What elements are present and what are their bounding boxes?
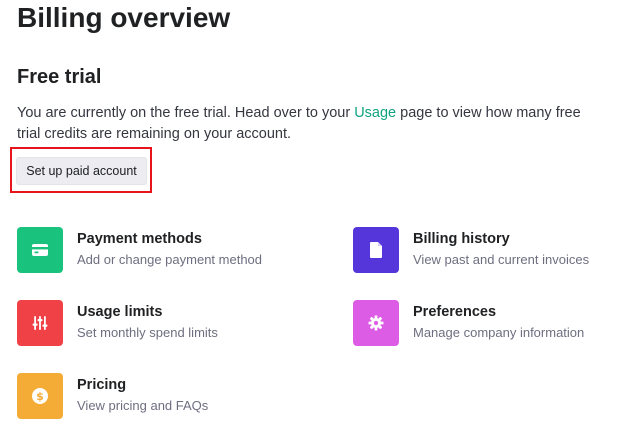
free-trial-description: You are currently on the free trial. Hea… (17, 103, 607, 145)
preferences-title: Preferences (413, 304, 497, 320)
usage-link[interactable]: Usage (354, 105, 396, 121)
document-icon (370, 242, 382, 258)
credit-card-icon (32, 244, 48, 256)
preferences-icon-tile (353, 300, 399, 346)
sliders-icon (32, 316, 48, 330)
preferences-subtitle: Manage company information (413, 325, 585, 340)
trial-desc-text-start: You are currently on the free trial. Hea… (17, 105, 355, 121)
dollar-coin-icon: $ (32, 388, 48, 404)
free-trial-heading: Free trial (17, 66, 102, 88)
pricing-subtitle: View pricing and FAQs (77, 398, 209, 413)
payment-methods-card[interactable]: Payment methods Add or change payment me… (17, 227, 262, 273)
usage-limits-card[interactable]: Usage limits Set monthly spend limits (17, 300, 218, 346)
billing-history-card[interactable]: Billing history View past and current in… (353, 227, 589, 273)
usage-limits-icon-tile (17, 300, 63, 346)
pricing-card[interactable]: $ Pricing View pricing and FAQs (17, 373, 208, 419)
set-up-paid-account-button[interactable]: Set up paid account (16, 157, 147, 185)
page-title: Billing overview (17, 2, 231, 33)
svg-text:$: $ (36, 390, 44, 403)
usage-limits-title: Usage limits (77, 304, 163, 320)
pricing-title: Pricing (77, 377, 127, 393)
pricing-icon-tile: $ (17, 373, 63, 419)
payment-methods-title: Payment methods (77, 231, 202, 247)
billing-history-icon-tile (353, 227, 399, 273)
billing-history-subtitle: View past and current invoices (413, 252, 590, 267)
preferences-card[interactable]: Preferences Manage company information (353, 300, 584, 346)
payment-methods-subtitle: Add or change payment method (77, 252, 263, 267)
gear-icon (368, 315, 384, 331)
billing-history-title: Billing history (413, 231, 510, 247)
usage-limits-subtitle: Set monthly spend limits (77, 325, 218, 340)
payment-methods-icon-tile (17, 227, 63, 273)
